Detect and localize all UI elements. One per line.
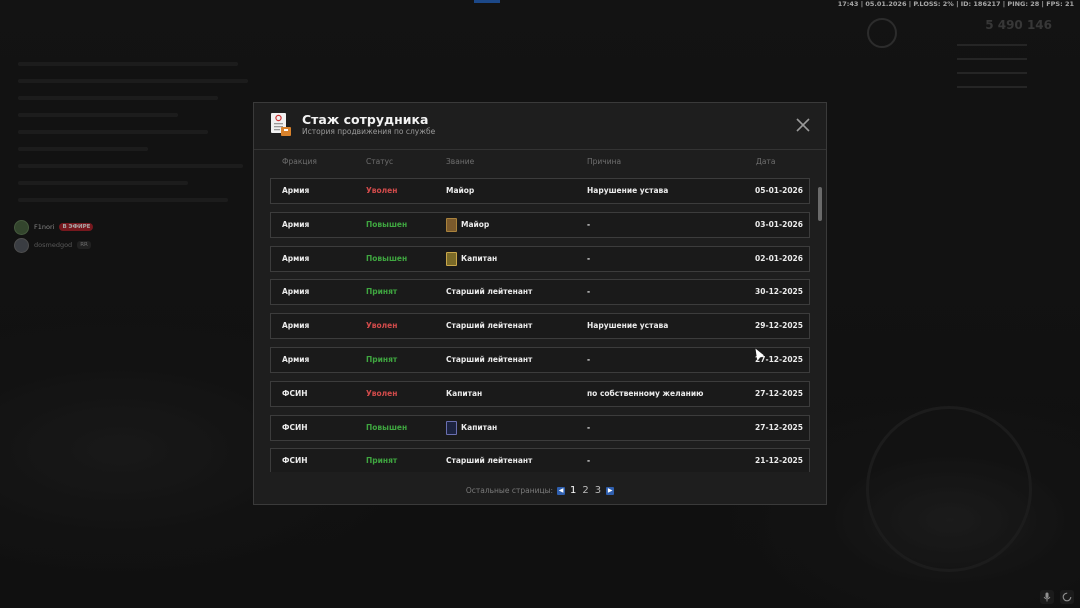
modal-subtitle: История продвижения по службе: [302, 127, 436, 136]
cell-rank: Майор: [446, 213, 489, 237]
rank-label: Майор: [446, 186, 475, 195]
cell-reason: -: [587, 253, 591, 263]
cell-reason: -: [587, 422, 591, 432]
cell-rank: Старший лейтенант: [446, 280, 532, 304]
cell-status: Уволен: [366, 186, 398, 195]
rank-label: Капитан: [461, 253, 498, 263]
table-row[interactable]: Армия Повышен Майор - 03-01-2026: [270, 211, 810, 238]
table-row[interactable]: ФСИН Принят Старший лейтенант - 21-12-2025: [270, 448, 810, 472]
cell-reason: Нарушение устава: [587, 186, 669, 195]
page-link[interactable]: 1: [569, 485, 577, 496]
scrollbar-thumb[interactable]: [818, 187, 822, 221]
cell-status: Повышен: [366, 253, 408, 263]
cell-fraction: Армия: [282, 321, 310, 331]
rank-insignia-icon: [446, 420, 457, 435]
table-row[interactable]: Армия Принят Старший лейтенант -27-12-2025: [270, 347, 810, 373]
cell-reason: по собственному желанию: [587, 388, 704, 398]
cell-status: Уволен: [366, 388, 398, 398]
rank-label: Старший лейтенант: [446, 287, 533, 297]
cell-rank: Старший лейтенант: [446, 348, 532, 372]
cell-reason: -: [587, 219, 591, 229]
cell-fraction: ФСИН: [282, 388, 308, 398]
pagination: Остальные страницы: ◀ 1 2 3 ▶: [254, 485, 826, 496]
cell-rank: Капитан: [446, 382, 482, 406]
cell-reason: -: [587, 355, 591, 364]
table-row[interactable]: Армия Принят Старший лейтенант - 30-12-2025: [270, 279, 810, 306]
cell-rank: Майор: [446, 179, 474, 203]
cell-status: Уволен: [366, 321, 398, 331]
rank-label: Старший лейтенант: [446, 321, 533, 331]
cell-date: 03-01-2026: [755, 219, 803, 229]
table-row[interactable]: Армия Уволен Майор Нарушение устава 05-01-20…: [270, 178, 810, 204]
cell-date: 27-12-2025: [755, 422, 803, 432]
cell-fraction: Армия: [282, 186, 310, 195]
table-row[interactable]: ФСИН Повышен Капитан - 27-12-2025: [270, 414, 810, 441]
cell-reason: -: [587, 456, 591, 466]
rank-insignia-icon: [446, 251, 457, 266]
cell-rank: Капитан: [446, 247, 497, 271]
page-link[interactable]: 2: [581, 485, 589, 496]
column-header-date: Дата: [756, 157, 776, 166]
cell-date: 05-01-2026: [755, 186, 803, 195]
cell-reason: Нарушение устава: [587, 321, 669, 331]
rank-label: Старший лейтенант: [446, 456, 533, 466]
column-header-status: Статус: [366, 157, 394, 166]
cell-date: 30-12-2025: [755, 287, 803, 297]
document-icon: [271, 113, 291, 136]
table-row[interactable]: Армия Повышен Капитан - 02-01-2026: [270, 245, 810, 272]
modal-header: Стаж сотрудника История продвижения по с…: [254, 103, 826, 150]
cell-date: 21-12-2025: [755, 456, 803, 466]
table-row[interactable]: Армия Уволен Старший лейтенант Нарушение ус…: [270, 313, 810, 340]
column-header-fraction: Фракция: [282, 157, 317, 166]
cell-fraction: ФСИН: [282, 422, 308, 432]
rank-label: Майор: [461, 219, 490, 229]
close-icon: [796, 118, 810, 132]
column-header-rank: Звание: [446, 157, 475, 166]
cell-date: 27-12-2025: [755, 388, 803, 398]
table-row[interactable]: ФСИН Уволен Капитан по собственному желанию…: [270, 380, 810, 407]
page-link[interactable]: 3: [594, 485, 602, 496]
cell-rank: Капитан: [446, 416, 497, 440]
cell-status: Принят: [366, 355, 398, 364]
rank-insignia-icon: [446, 217, 457, 232]
next-page-button[interactable]: ▶: [606, 486, 615, 495]
cell-fraction: Армия: [282, 219, 310, 229]
rank-label: Капитан: [461, 422, 498, 432]
cell-date: 02-01-2026: [755, 253, 803, 263]
prev-page-button[interactable]: ◀: [557, 486, 566, 495]
table-header: Фракция Статус Звание Причина Дата: [272, 157, 810, 169]
cell-status: Повышен: [366, 219, 408, 229]
cell-fraction: ФСИН: [282, 456, 308, 466]
rank-label: Старший лейтенант: [446, 355, 533, 364]
cell-status: Принят: [366, 287, 398, 297]
cell-rank: Старший лейтенант: [446, 314, 532, 338]
cell-status: Повышен: [366, 422, 408, 432]
close-button[interactable]: [794, 116, 812, 134]
column-header-reason: Причина: [587, 157, 622, 166]
employee-service-modal: Стаж сотрудника История продвижения по с…: [253, 102, 827, 505]
cell-rank: Старший лейтенант: [446, 449, 532, 472]
rank-label: Капитан: [446, 388, 483, 398]
cell-status: Принят: [366, 456, 398, 466]
modal-title: Стаж сотрудника: [302, 112, 429, 127]
cell-fraction: Армия: [282, 253, 310, 263]
cell-fraction: Армия: [282, 287, 310, 297]
cell-reason: -: [587, 287, 591, 297]
cell-fraction: Армия: [282, 355, 310, 364]
pagination-label: Остальные страницы:: [465, 486, 554, 495]
history-table[interactable]: Армия Уволен Майор Нарушение устава 05-01-20…: [270, 176, 812, 472]
cell-date: 29-12-2025: [755, 321, 803, 331]
